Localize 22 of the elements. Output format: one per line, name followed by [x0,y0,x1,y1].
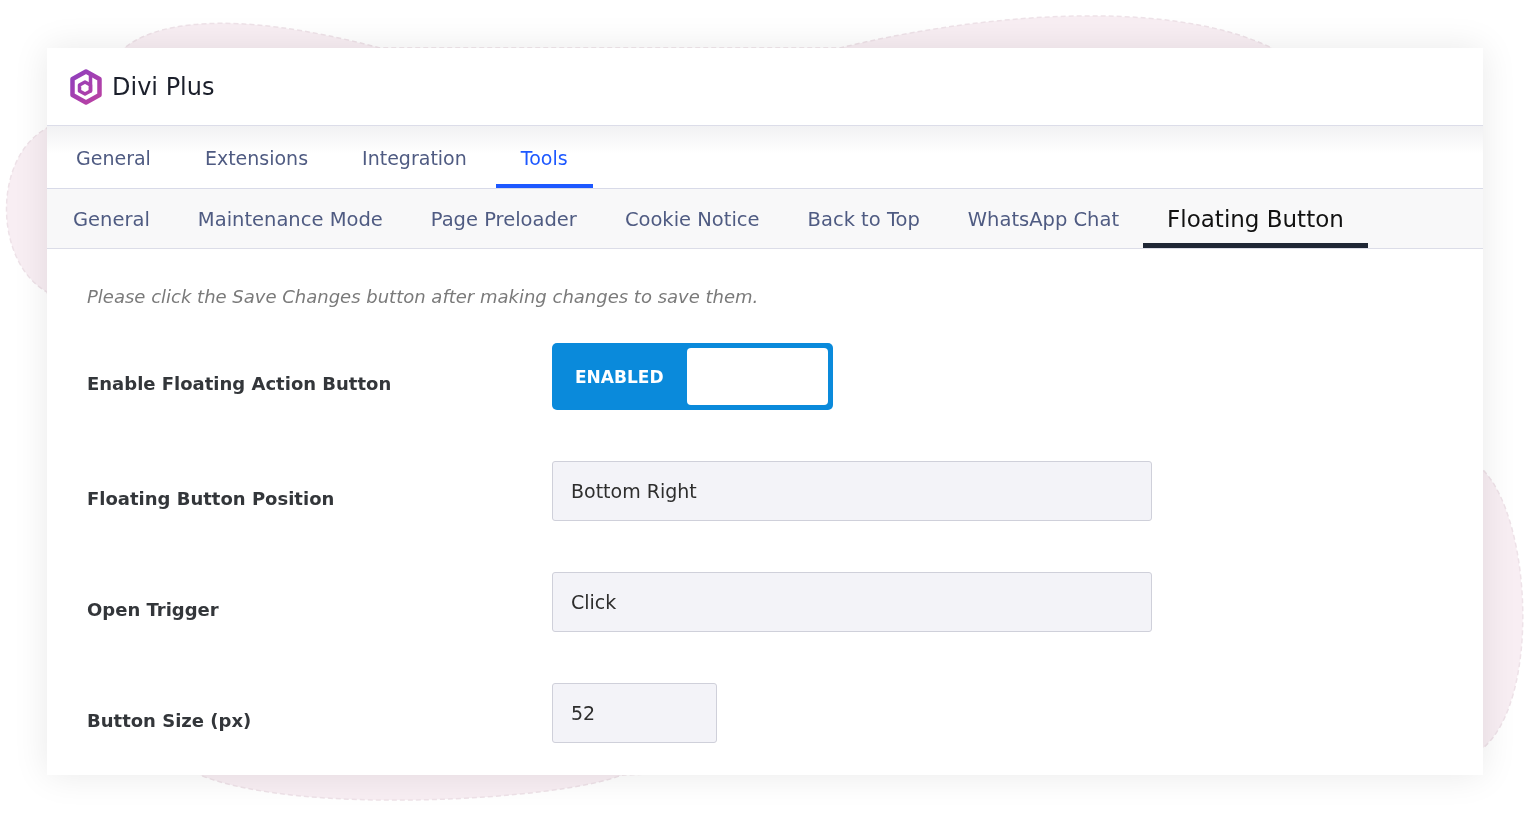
setting-label: Floating Button Position [87,487,335,509]
notice-text: Please click the Save Changes button after making changes to save them. [87,285,759,309]
text-field[interactable]: Bottom Right [552,461,1152,521]
nav-tab[interactable]: Integration [337,126,492,188]
toggle-switch[interactable]: ENABLED [552,343,833,410]
number-field[interactable]: 52 [552,683,717,743]
toggle-knob[interactable] [687,348,828,405]
setting-label: Enable Floating Action Button [87,373,392,394]
setting-label: Open Trigger [87,598,219,620]
nav-tab[interactable]: General [51,126,176,188]
sub-tab[interactable]: Maintenance Mode [173,189,407,248]
sub-tab[interactable]: Floating Button [1143,189,1368,248]
sub-tab[interactable]: Page Preloader [406,189,601,248]
text-field[interactable]: Click [552,572,1152,632]
sub-tab[interactable]: Back to Top [783,189,944,248]
nav-tab[interactable]: Extensions [179,126,334,188]
setting-label: Button Size (px) [87,709,252,731]
sub-tab[interactable]: General [49,189,174,248]
sub-tab[interactable]: WhatsApp Chat [943,189,1144,248]
app-title: Divi Plus [112,71,215,102]
hexagon-logo-icon [70,68,102,105]
sub-tab[interactable]: Cookie Notice [600,189,784,248]
